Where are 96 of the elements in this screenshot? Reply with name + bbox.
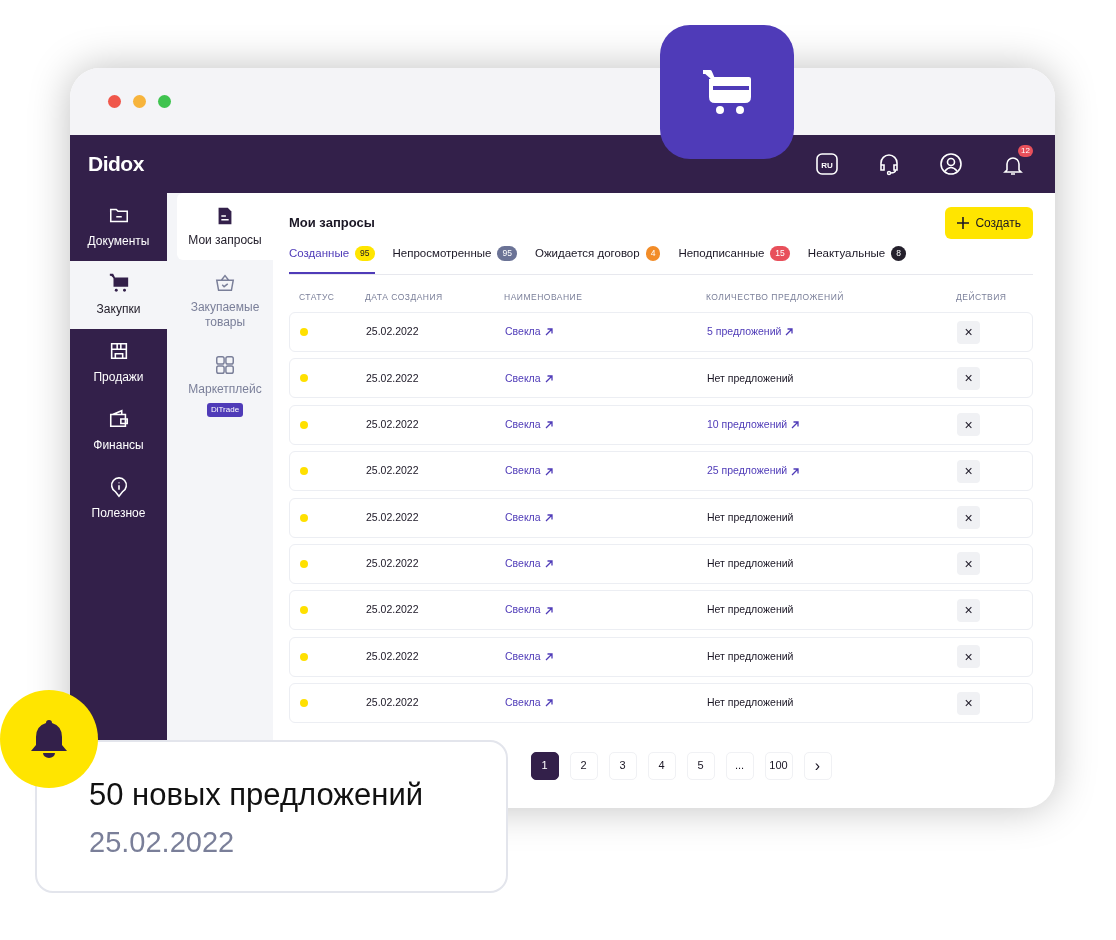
close-button[interactable]: ×	[957, 320, 980, 344]
item-link[interactable]: Свекла	[505, 649, 553, 662]
tab-count: 4	[645, 246, 661, 261]
date-cell-text: 25.02.2022	[365, 463, 420, 479]
external-link-icon	[544, 560, 553, 569]
offers-cell: Нет предложений	[707, 696, 794, 709]
wallet-icon	[107, 408, 130, 430]
headset-icon[interactable]	[877, 152, 901, 176]
date-cell-text: 25.02.2022	[365, 648, 420, 664]
item-link[interactable]: Свекла	[505, 603, 553, 616]
language-icon[interactable]: RU	[815, 152, 839, 176]
item-link[interactable]: Свекла	[505, 325, 553, 338]
external-link-icon	[544, 328, 553, 337]
page-button[interactable]: ...	[725, 751, 754, 780]
offers-cell: Нет предложений	[707, 371, 794, 384]
external-link-icon	[544, 606, 553, 615]
external-link-icon	[544, 653, 553, 662]
toast-date: 25.02.2022	[89, 825, 236, 861]
column-header: КОЛИЧЕСТВО ПРЕДЛОЖЕНИЙ	[705, 290, 845, 305]
cart-icon	[107, 272, 130, 294]
tab[interactable]: Неподписанные 15	[678, 241, 790, 275]
date-cell-text: 25.02.2022	[365, 370, 420, 386]
external-link-icon	[544, 699, 553, 708]
date-cell-text: 25.02.2022	[365, 509, 420, 525]
tab-count: 95	[497, 246, 517, 261]
external-link-icon	[785, 328, 794, 337]
toast-title: 50 новых предложений	[89, 776, 425, 814]
page-button[interactable]: 2	[569, 751, 598, 780]
basket-icon	[214, 272, 236, 294]
page-button[interactable]: 4	[647, 751, 676, 780]
close-button[interactable]: ×	[957, 691, 980, 715]
item-link[interactable]: Свекла	[505, 510, 553, 523]
page-button[interactable]: 3	[608, 751, 637, 780]
item-link[interactable]: Свекла	[505, 371, 553, 384]
date-cell-text: 25.02.2022	[365, 695, 420, 711]
bell-icon	[30, 719, 68, 759]
close-button[interactable]: ×	[957, 459, 980, 483]
external-link-icon	[791, 467, 800, 476]
offers-link[interactable]: 5 предложений	[707, 325, 794, 338]
external-link-icon	[544, 467, 553, 476]
create-button[interactable]: Создать	[945, 207, 1033, 239]
tab-count: 15	[770, 246, 790, 261]
close-button[interactable]: ×	[957, 506, 980, 530]
tab[interactable]: Непросмотренные 95	[392, 241, 517, 275]
external-link-icon	[791, 421, 800, 430]
subnav-item[interactable]: Закупаемые товары	[177, 260, 273, 342]
subnav-item[interactable]: Маркетплейс DiTrade	[177, 342, 273, 429]
date-cell-text: 25.02.2022	[365, 416, 420, 432]
sidebar-item[interactable]: Продажи	[70, 329, 167, 397]
close-button[interactable]: ×	[957, 598, 980, 622]
external-link-icon	[544, 513, 553, 522]
tab[interactable]: Неактуальные 8	[807, 241, 906, 275]
item-link[interactable]: Свекла	[505, 417, 553, 430]
offers-link[interactable]: 10 предложений	[707, 417, 800, 430]
user-icon[interactable]	[939, 152, 963, 176]
offers-cell: Нет предложений	[707, 557, 794, 570]
item-link[interactable]: Свекла	[505, 557, 553, 570]
next-page-button[interactable]: ›	[803, 751, 832, 780]
offers-cell: Нет предложений	[707, 603, 794, 616]
offers-cell: Нет предложений	[707, 510, 794, 523]
item-link[interactable]: Свекла	[505, 696, 553, 709]
page-button[interactable]: 100	[764, 751, 793, 780]
tab[interactable]: Ожидается договор 4	[534, 241, 661, 275]
cart-icon	[701, 69, 753, 115]
tab-count: 95	[355, 246, 375, 261]
page-button[interactable]: 1	[530, 751, 559, 780]
sidebar-item[interactable]: Закупки	[70, 261, 167, 329]
tab[interactable]: Созданные 95	[289, 241, 375, 275]
offers-cell: Нет предложений	[707, 649, 794, 662]
date-cell-text: 25.02.2022	[365, 324, 420, 340]
item-link[interactable]: Свекла	[505, 464, 553, 477]
external-link-icon	[544, 374, 553, 383]
tab-count: 8	[891, 246, 906, 261]
close-button[interactable]: ×	[957, 552, 980, 576]
page-title: Мои запросы	[289, 214, 375, 233]
logo[interactable]: Didox	[88, 148, 144, 180]
subnav-item[interactable]: Мои запросы	[177, 193, 273, 260]
column-header: ДАТА СОЗДАНИЯ	[364, 291, 444, 305]
offers-link[interactable]: 25 предложений	[707, 464, 800, 477]
close-button[interactable]: ×	[957, 413, 980, 437]
column-header: СТАТУС	[298, 291, 336, 305]
page-button[interactable]: 5	[686, 751, 715, 780]
column-header: НАИМЕНОВАНИЕ	[503, 291, 584, 305]
sidebar-item[interactable]: Финансы	[70, 397, 167, 465]
notification-count: 12	[1018, 145, 1033, 157]
external-link-icon	[544, 421, 553, 430]
plus-icon	[957, 217, 970, 229]
grid-icon	[214, 354, 236, 376]
date-cell-text: 25.02.2022	[365, 556, 420, 572]
close-button[interactable]: ×	[957, 366, 980, 390]
sidebar-item[interactable]: Полезное	[70, 465, 167, 533]
column-header: ДЕЙСТВИЯ	[955, 290, 1008, 305]
close-control[interactable]	[108, 95, 121, 108]
close-button[interactable]: ×	[957, 645, 980, 669]
sidebar-item[interactable]: Документы	[70, 193, 167, 261]
date-cell-text: 25.02.2022	[365, 602, 420, 618]
